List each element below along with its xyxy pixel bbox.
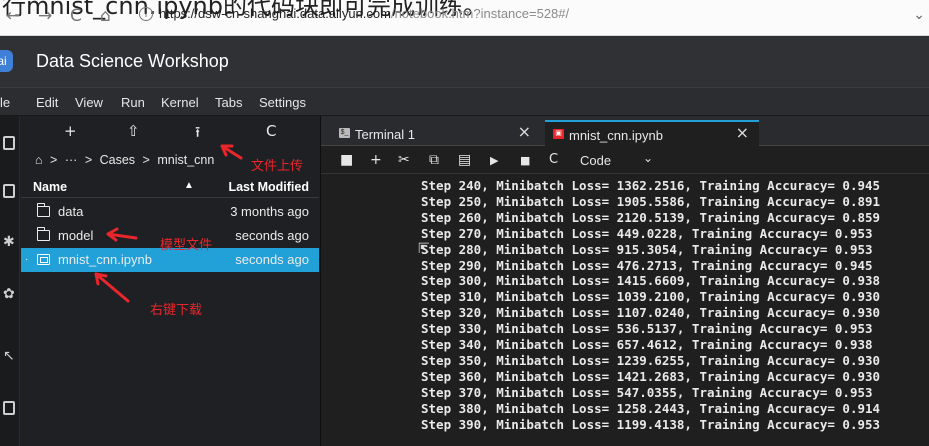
address-bar[interactable]: i https://dsw-cn-shanghai.data.aliyun.com… xyxy=(139,6,569,21)
output-line: Step 290, Minibatch Loss= 476.2713, Trai… xyxy=(421,257,873,273)
file-modified: seconds ago xyxy=(235,228,309,243)
file-name: data xyxy=(58,204,84,219)
output-line: Step 360, Minibatch Loss= 1421.2683, Tra… xyxy=(421,368,881,384)
save-icon[interactable]: ■ xyxy=(340,152,353,168)
file-name: mnist_cnn.ipynb xyxy=(58,252,152,267)
selection-dot-icon: · xyxy=(25,254,29,265)
output-line: Step 280, Minibatch Loss= 915.3054, Trai… xyxy=(421,241,873,257)
output-line: Step 270, Minibatch Loss= 449.0228, Trai… xyxy=(421,225,873,241)
breadcrumb-ellipsis[interactable]: ··· xyxy=(65,153,78,167)
close-icon[interactable]: × xyxy=(518,122,531,141)
column-last-modified[interactable]: Last Modified xyxy=(228,180,309,194)
restart-icon[interactable]: C xyxy=(549,152,558,167)
menu-kernel[interactable]: Kernel xyxy=(161,95,199,110)
url-path: /notebook.htm?instance=528#/ xyxy=(390,6,570,21)
breadcrumb-separator: > xyxy=(142,153,150,167)
cut-icon[interactable]: ✂ xyxy=(398,152,410,168)
settings-tab-icon[interactable]: ✿ xyxy=(3,286,15,302)
sort-ascending-icon[interactable]: ▲ xyxy=(184,180,194,191)
notebook-icon: ▣ xyxy=(553,129,564,139)
app-logo-icon: ai xyxy=(0,50,13,72)
notebook-icon xyxy=(37,254,50,265)
add-cell-icon[interactable]: + xyxy=(370,152,382,168)
folder-icon xyxy=(36,203,50,217)
close-icon[interactable]: × xyxy=(736,123,749,142)
main-area: $_ Terminal 1 × ▣ mnist_cnn.ipynb × ■ + … xyxy=(320,116,929,446)
tab-label: mnist_cnn.ipynb xyxy=(569,128,663,143)
reload-icon[interactable]: C xyxy=(70,6,82,26)
menu-edit[interactable]: Edit xyxy=(36,95,58,110)
breadcrumb-mnist-cnn[interactable]: mnist_cnn xyxy=(157,153,214,167)
output-line: Step 380, Minibatch Loss= 1258.2443, Tra… xyxy=(421,400,881,416)
url-host: https://dsw-cn-shanghai.data.aliyun.com xyxy=(159,6,391,21)
wrench-tab-icon[interactable]: ↖ xyxy=(3,348,15,364)
activity-bar: ✱ ✿ ↖ xyxy=(0,116,20,446)
info-icon[interactable]: i xyxy=(139,7,153,21)
screenshot-root: 行mnist_cnn.ipynb的代码块即可完成训练。 ← → C ⌂ i htt… xyxy=(0,0,929,446)
output-line: Step 370, Minibatch Loss= 547.0355, Trai… xyxy=(421,384,873,400)
terminal-icon: $_ xyxy=(339,128,350,138)
breadcrumb: ⌂ > ··· > Cases > mnist_cnn xyxy=(35,153,218,167)
file-list-header: Name ▲ Last Modified xyxy=(21,178,319,198)
cell-output: Step 240, Minibatch Loss= 1362.2516, Tra… xyxy=(421,178,921,433)
refresh-button[interactable]: C xyxy=(266,122,276,140)
mouse-cursor-icon: ⇱ xyxy=(418,241,430,257)
column-name[interactable]: Name xyxy=(33,180,67,194)
file-name: model xyxy=(58,228,94,243)
app-title: Data Science Workshop xyxy=(36,51,229,71)
paste-icon[interactable]: ▤ xyxy=(458,152,471,168)
output-line: Step 390, Minibatch Loss= 1199.4138, Tra… xyxy=(421,416,881,432)
tab-terminal-1[interactable]: $_ Terminal 1 × xyxy=(331,121,541,147)
chevron-down-icon[interactable]: ⌄ xyxy=(913,6,925,23)
file-modified: 3 months ago xyxy=(230,204,309,219)
cell-type-select[interactable]: Code xyxy=(580,153,611,168)
breadcrumb-cases[interactable]: Cases xyxy=(100,153,135,167)
menu-view[interactable]: View xyxy=(75,95,103,110)
commands-tab-icon[interactable]: ✱ xyxy=(3,234,15,250)
new-folder-button[interactable]: ⇧ xyxy=(127,122,140,140)
file-row-data[interactable]: data 3 months ago xyxy=(21,200,319,224)
folder-tab-icon[interactable] xyxy=(3,136,15,150)
menu-run[interactable]: Run xyxy=(121,95,145,110)
output-line: Step 320, Minibatch Loss= 1107.0240, Tra… xyxy=(421,305,881,321)
tabs-tab-icon[interactable] xyxy=(3,401,15,415)
forward-arrow-icon[interactable]: → xyxy=(38,6,52,26)
output-line: Step 310, Minibatch Loss= 1039.2100, Tra… xyxy=(421,289,881,305)
output-line: Step 260, Minibatch Loss= 2120.5139, Tra… xyxy=(421,209,881,225)
tab-bar: $_ Terminal 1 × ▣ mnist_cnn.ipynb × xyxy=(321,116,929,146)
app-header: ai Data Science Workshop xyxy=(0,36,929,87)
menubar: le Edit View Run Kernel Tabs Settings xyxy=(0,87,929,116)
new-launcher-button[interactable]: + xyxy=(64,122,77,140)
running-tab-icon[interactable] xyxy=(3,184,15,198)
output-line: Step 330, Minibatch Loss= 536.5137, Trai… xyxy=(421,321,873,337)
output-line: Step 340, Minibatch Loss= 657.4612, Trai… xyxy=(421,337,873,353)
copy-icon[interactable]: ⧉ xyxy=(429,152,439,168)
output-line: Step 250, Minibatch Loss= 1905.5586, Tra… xyxy=(421,193,881,209)
menu-tabs[interactable]: Tabs xyxy=(215,95,242,110)
home-icon[interactable]: ⌂ xyxy=(100,6,111,26)
tab-label: Terminal 1 xyxy=(355,127,415,142)
tab-mnist-cnn-ipynb[interactable]: ▣ mnist_cnn.ipynb × xyxy=(545,120,759,146)
breadcrumb-separator: > xyxy=(50,153,58,167)
annotation-model-file: 模型文件 xyxy=(160,238,213,253)
stop-icon[interactable]: ■ xyxy=(520,154,530,167)
output-line: Step 240, Minibatch Loss= 1362.2516, Tra… xyxy=(421,178,881,193)
back-arrow-icon[interactable]: ← xyxy=(6,6,20,26)
annotation-right-click-download: 右键下载 xyxy=(150,303,203,318)
chevron-down-icon[interactable]: ⌄ xyxy=(643,151,653,165)
folder-icon xyxy=(36,227,50,241)
output-line: Step 350, Minibatch Loss= 1239.6255, Tra… xyxy=(421,352,881,368)
notebook-toolbar: ■ + ✂ ⧉ ▤ ▶ ■ C Code ⌄ xyxy=(321,147,929,174)
output-line: Step 300, Minibatch Loss= 1415.6609, Tra… xyxy=(421,273,881,289)
file-modified: seconds ago xyxy=(235,252,309,267)
breadcrumb-separator: > xyxy=(84,153,93,167)
browser-toolbar: 行mnist_cnn.ipynb的代码块即可完成训练。 ← → C ⌂ i htt… xyxy=(0,0,929,36)
home-icon[interactable]: ⌂ xyxy=(35,153,43,167)
menu-file[interactable]: le xyxy=(0,95,10,110)
menu-settings[interactable]: Settings xyxy=(259,95,306,110)
run-icon[interactable]: ▶ xyxy=(490,154,498,167)
annotation-upload: 文件上传 xyxy=(251,159,304,174)
upload-button[interactable]: ⭱ xyxy=(195,122,200,147)
